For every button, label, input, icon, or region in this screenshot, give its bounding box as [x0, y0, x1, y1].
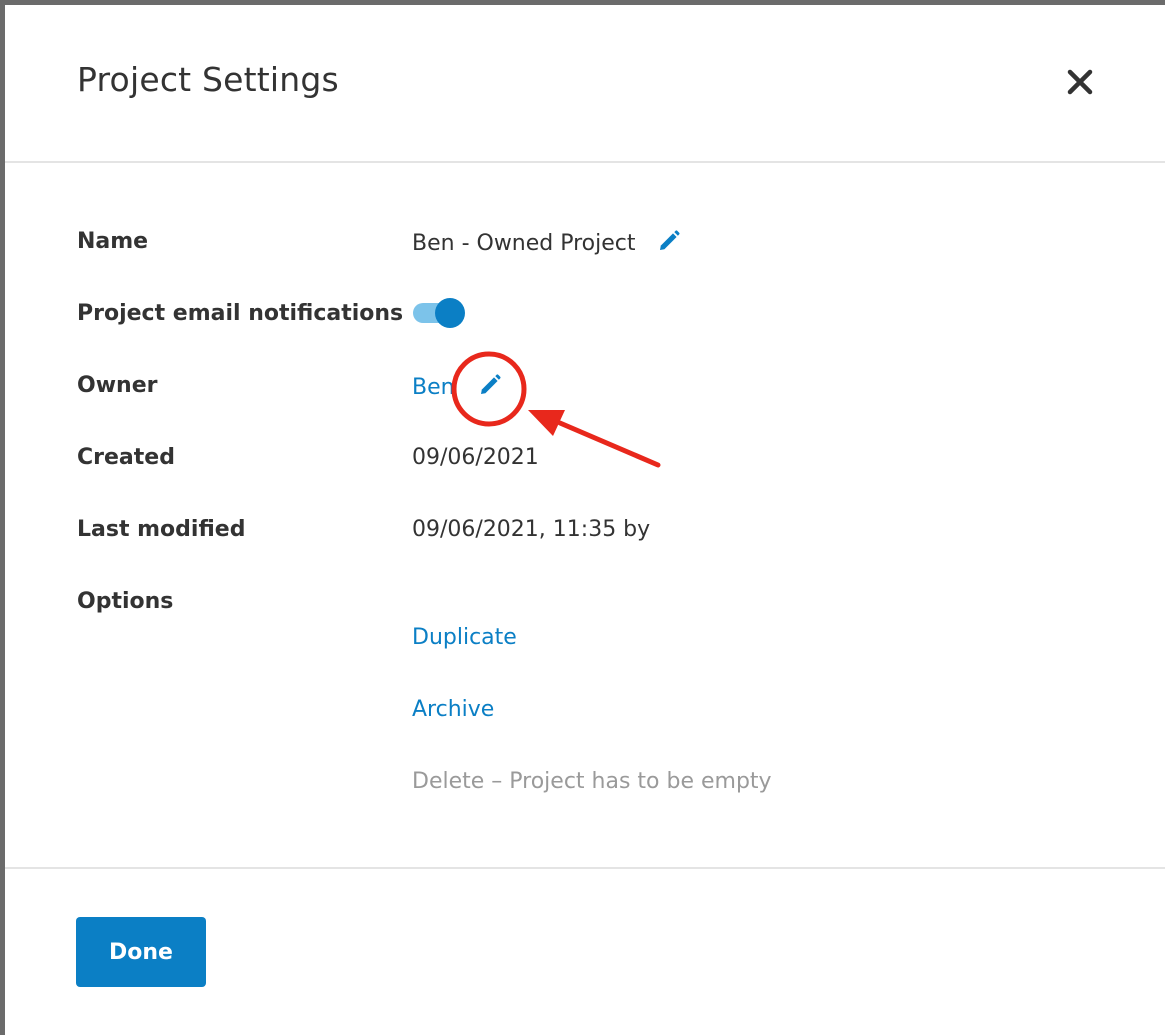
last-modified-value: 09/06/2021, 11:35 by	[412, 517, 651, 542]
close-icon[interactable]	[1065, 67, 1095, 97]
owner-row: Owner Ben	[5, 373, 1165, 413]
archive-link[interactable]: Archive	[412, 697, 494, 722]
delete-disabled-text: Delete – Project has to be empty	[412, 769, 772, 794]
edit-name-pencil-icon[interactable]	[657, 229, 681, 259]
notifications-label: Project email notifications	[77, 301, 404, 326]
owner-value: Ben	[412, 373, 502, 403]
delete-row: Delete – Project has to be empty	[5, 769, 1165, 809]
project-name-text: Ben - Owned Project	[412, 231, 636, 256]
toggle-knob	[435, 298, 465, 328]
options-row: Options	[5, 589, 1165, 629]
project-settings-modal: Project Settings Name Ben - Owned Projec…	[5, 5, 1165, 1035]
footer-divider	[5, 867, 1165, 869]
modal-header: Project Settings	[5, 5, 1165, 163]
last-modified-row: Last modified 09/06/2021, 11:35 by	[5, 517, 1165, 557]
created-value: 09/06/2021	[412, 445, 539, 470]
owner-link[interactable]: Ben	[412, 375, 455, 400]
options-label: Options	[77, 589, 174, 614]
created-label: Created	[77, 445, 175, 470]
created-row: Created 09/06/2021	[5, 445, 1165, 485]
duplicate-link[interactable]: Duplicate	[412, 625, 517, 650]
modal-title: Project Settings	[77, 60, 339, 99]
name-label: Name	[77, 229, 149, 254]
name-value: Ben - Owned Project	[412, 229, 681, 259]
owner-label: Owner	[77, 373, 158, 398]
done-button[interactable]: Done	[76, 917, 206, 987]
edit-owner-pencil-icon[interactable]	[478, 373, 502, 403]
last-modified-label: Last modified	[77, 517, 246, 542]
notifications-row: Project email notifications	[5, 298, 1165, 341]
name-row: Name Ben - Owned Project	[5, 229, 1165, 269]
duplicate-row: Duplicate	[5, 625, 1165, 665]
archive-row: Archive	[5, 697, 1165, 737]
notifications-toggle[interactable]	[413, 297, 465, 329]
